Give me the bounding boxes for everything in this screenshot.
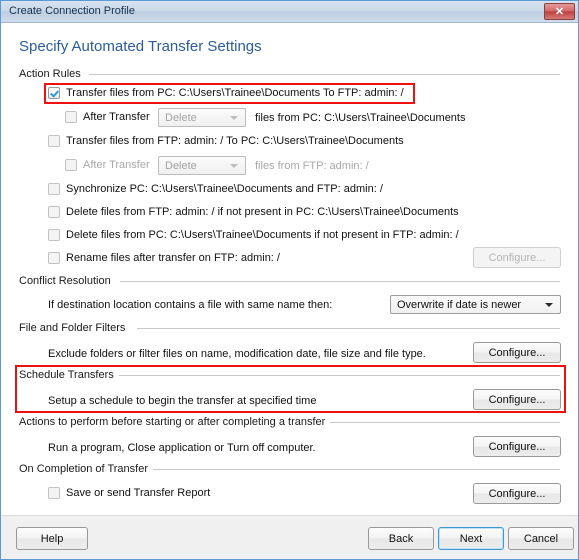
configure-button-filters[interactable]: Configure... (473, 342, 561, 363)
actions-before-after-description: Run a program, Close application or Turn… (48, 442, 316, 454)
dialog-body: Specify Automated Transfer Settings Acti… (1, 23, 578, 537)
rule-label-rename: Rename files after transfer on FTP: admi… (66, 252, 280, 264)
checkbox-transfer-pc-to-ftp[interactable] (48, 87, 60, 99)
chevron-down-icon (230, 163, 238, 168)
group-rule-schedule-transfers (111, 375, 560, 376)
checkbox-after-transfer-ftp[interactable] (65, 159, 77, 171)
page-title: Specify Automated Transfer Settings (19, 38, 262, 55)
group-rule-file-folder-filters (137, 328, 560, 329)
transfer-report-row[interactable]: Save or send Transfer Report (48, 487, 210, 499)
after-transfer-row-pc[interactable]: After Transfer (65, 111, 150, 123)
group-label-conflict-resolution: Conflict Resolution (19, 275, 116, 287)
after-transfer-trailing-ftp: files from FTP: admin: / (255, 160, 369, 172)
group-label-on-completion: On Completion of Transfer (19, 463, 154, 475)
rule-label-delete-ftp: Delete files from FTP: admin: / if not p… (66, 206, 459, 218)
group-label-file-folder-filters: File and Folder Filters (19, 322, 131, 334)
title-bar: Create Connection Profile ✕ (1, 1, 578, 23)
rule-label-pc-to-ftp: Transfer files from PC: C:\Users\Trainee… (66, 87, 404, 99)
checkbox-synchronize[interactable] (48, 183, 60, 195)
after-transfer-row-ftp[interactable]: After Transfer (65, 159, 150, 171)
configure-button-actions[interactable]: Configure... (473, 436, 561, 457)
dialog-footer: Help Back Next Cancel (1, 515, 578, 559)
close-icon-glyph: ✕ (554, 6, 565, 18)
conflict-resolution-value: Overwrite if date is newer (397, 298, 522, 311)
configure-button-rename[interactable]: Configure... (473, 247, 561, 268)
checkbox-rename-after-transfer[interactable] (48, 252, 60, 264)
after-transfer-action-select-ftp[interactable]: Delete (158, 156, 246, 175)
chevron-down-icon (230, 115, 238, 120)
group-label-schedule-transfers: Schedule Transfers (19, 369, 119, 381)
group-rule-action-rules (89, 74, 560, 75)
configure-button-schedule[interactable]: Configure... (473, 389, 561, 410)
checkbox-delete-from-pc[interactable] (48, 229, 60, 241)
checkbox-delete-from-ftp[interactable] (48, 206, 60, 218)
back-button[interactable]: Back (368, 527, 434, 550)
rule-row-pc-to-ftp[interactable]: Transfer files from PC: C:\Users\Trainee… (48, 87, 404, 99)
checkbox-transfer-ftp-to-pc[interactable] (48, 135, 60, 147)
close-icon[interactable]: ✕ (544, 3, 575, 20)
rule-label-ftp-to-pc: Transfer files from FTP: admin: / To PC:… (66, 135, 404, 147)
configure-button-transfer-report[interactable]: Configure... (473, 483, 561, 504)
after-transfer-trailing-pc: files from PC: C:\Users\Trainee\Document… (255, 112, 466, 124)
after-transfer-label-pc: After Transfer (83, 111, 150, 123)
group-rule-conflict-resolution (120, 281, 560, 282)
transfer-report-label: Save or send Transfer Report (66, 487, 211, 499)
checkbox-save-send-transfer-report[interactable] (48, 487, 60, 499)
conflict-resolution-prompt: If destination location contains a file … (48, 299, 333, 311)
group-rule-on-completion (147, 469, 560, 470)
group-label-action-rules: Action Rules (19, 68, 86, 80)
rule-label-delete-pc: Delete files from PC: C:\Users\Trainee\D… (66, 229, 459, 241)
create-connection-profile-dialog: Create Connection Profile ✕ Specify Auto… (0, 0, 579, 560)
group-label-actions-before-after: Actions to perform before starting or af… (19, 416, 331, 428)
window-title: Create Connection Profile (9, 5, 135, 17)
rule-row-synchronize[interactable]: Synchronize PC: C:\Users\Trainee\Documen… (48, 183, 383, 195)
rule-label-synchronize: Synchronize PC: C:\Users\Trainee\Documen… (66, 183, 383, 195)
conflict-resolution-select[interactable]: Overwrite if date is newer (390, 295, 561, 314)
schedule-transfers-description: Setup a schedule to begin the transfer a… (48, 395, 317, 407)
file-folder-filters-description: Exclude folders or filter files on name,… (48, 348, 426, 360)
after-transfer-action-select-pc[interactable]: Delete (158, 108, 246, 127)
rule-row-delete-pc[interactable]: Delete files from PC: C:\Users\Trainee\D… (48, 229, 459, 241)
after-transfer-action-value-pc: Delete (165, 111, 197, 124)
rule-row-rename[interactable]: Rename files after transfer on FTP: admi… (48, 252, 280, 264)
rule-row-delete-ftp[interactable]: Delete files from FTP: admin: / if not p… (48, 206, 459, 218)
rule-row-ftp-to-pc[interactable]: Transfer files from FTP: admin: / To PC:… (48, 135, 404, 147)
help-button[interactable]: Help (16, 527, 88, 550)
cancel-button[interactable]: Cancel (508, 527, 574, 550)
checkbox-after-transfer-pc[interactable] (65, 111, 77, 123)
after-transfer-label-ftp: After Transfer (83, 159, 150, 171)
next-button[interactable]: Next (438, 527, 504, 550)
chevron-down-icon (545, 302, 553, 307)
group-rule-actions-before-after (298, 422, 560, 423)
after-transfer-action-value-ftp: Delete (165, 159, 197, 172)
